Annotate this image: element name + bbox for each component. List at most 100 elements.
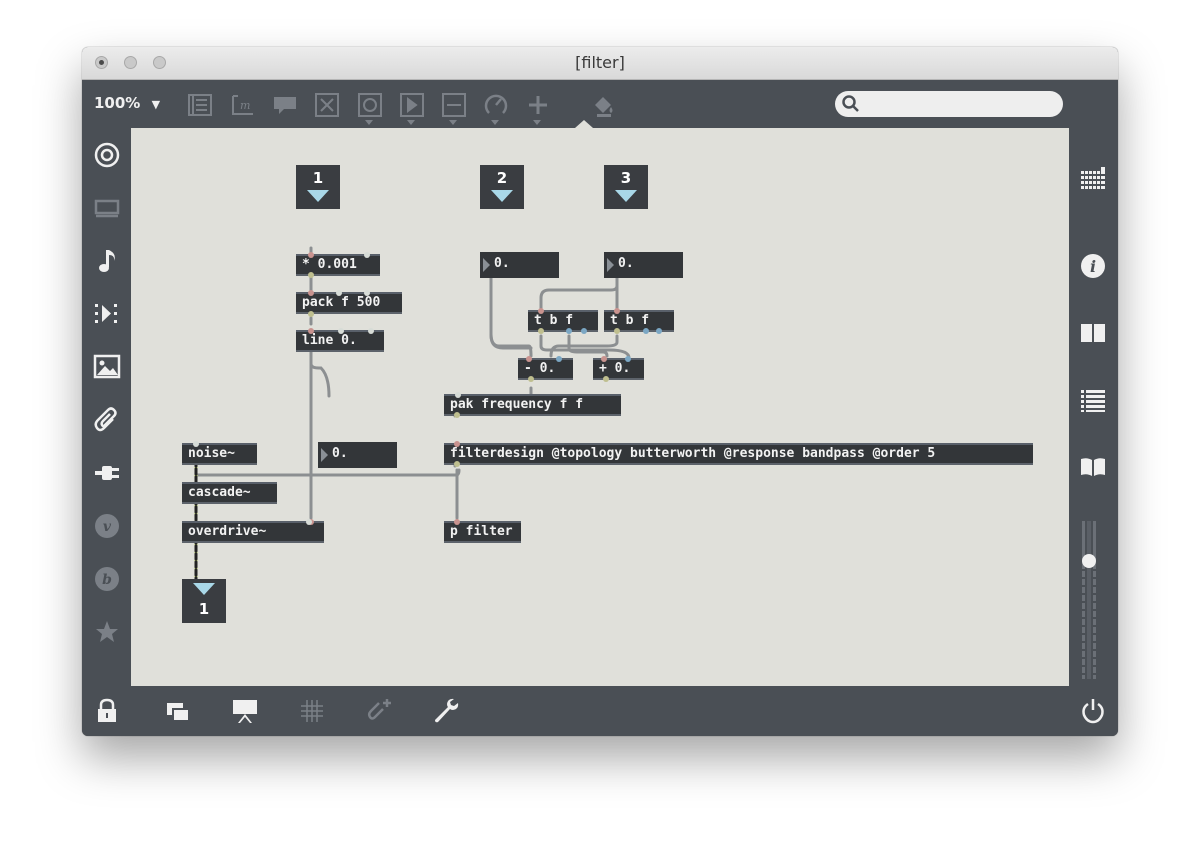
add-object-icon[interactable]: [525, 93, 551, 117]
button-icon[interactable]: [357, 93, 383, 117]
object-label: pak frequency f f: [450, 397, 584, 412]
number-arrow-icon: [321, 448, 328, 462]
object-filterdesign[interactable]: filterdesign @topology butterworth @resp…: [444, 443, 1033, 465]
info-icon[interactable]: i: [1079, 252, 1107, 280]
add-object-menu-arrow[interactable]: [533, 120, 541, 125]
number-value: 0.: [494, 256, 510, 271]
patch-canvas[interactable]: 1 2 3 1 * 0.001 pack f 500 line 0. 0. 0.…: [131, 128, 1069, 686]
object-pfilter[interactable]: p filter: [444, 521, 521, 543]
patcher-window: [filter] 100% ▼ m v b i 1 2 3 1 * 0.001 …: [82, 47, 1118, 736]
present-icon[interactable]: [231, 697, 259, 725]
object-plus[interactable]: + 0.: [593, 358, 644, 380]
playbar-menu-arrow[interactable]: [407, 120, 415, 125]
number-box-line-output[interactable]: 0.: [318, 442, 397, 468]
number-value: 0.: [618, 256, 634, 271]
list-icon[interactable]: [1079, 386, 1107, 414]
music-note-icon[interactable]: [93, 247, 121, 275]
search-input[interactable]: [865, 94, 1059, 116]
grid-icon[interactable]: [298, 697, 326, 725]
slider-menu-arrow[interactable]: [449, 120, 457, 125]
object-label: p filter: [450, 524, 513, 539]
paperclip-icon[interactable]: [93, 406, 121, 434]
object-label: line 0.: [302, 333, 357, 348]
object-label: filterdesign @topology butterworth @resp…: [450, 446, 936, 461]
star-icon[interactable]: [93, 618, 121, 646]
bottom-toolbar: [82, 686, 1118, 736]
message-value: 1: [312, 169, 324, 187]
bang-arrow-icon: [307, 190, 329, 202]
bpatcher-icon[interactable]: [187, 93, 213, 117]
comment-icon[interactable]: [272, 93, 298, 117]
number-box-2[interactable]: 0.: [480, 252, 559, 278]
book-columns-icon[interactable]: [1079, 319, 1107, 347]
vst-icon[interactable]: v: [93, 512, 121, 540]
slider-icon[interactable]: [441, 93, 467, 117]
playbar-icon[interactable]: [399, 93, 425, 117]
snap-icon[interactable]: [365, 697, 393, 725]
message-value: 3: [620, 169, 632, 187]
zoom-dropdown[interactable]: 100% ▼: [94, 94, 160, 112]
object-minus[interactable]: - 0.: [518, 358, 573, 380]
search-box[interactable]: [835, 91, 1063, 117]
object-label: - 0.: [524, 361, 556, 376]
object-label: * 0.001: [302, 257, 357, 272]
target-icon[interactable]: [93, 141, 121, 169]
object-label: t b f: [534, 313, 574, 328]
object-overdrive[interactable]: overdrive~: [182, 521, 324, 543]
beap-icon[interactable]: b: [93, 565, 121, 593]
dial-menu-arrow[interactable]: [491, 120, 499, 125]
toolbar-pointer: [575, 120, 593, 128]
wrench-icon[interactable]: [432, 697, 460, 725]
svg-text:v: v: [103, 519, 112, 535]
object-line[interactable]: line 0.: [296, 330, 384, 352]
object-trigger-2[interactable]: t b f: [604, 310, 674, 332]
object-label: pack f 500: [302, 295, 381, 310]
message-box-3[interactable]: 3: [604, 165, 648, 209]
title-bar: [filter]: [82, 47, 1118, 80]
object-label: + 0.: [599, 361, 631, 376]
plug-icon[interactable]: [93, 459, 121, 487]
object-cascade[interactable]: cascade~: [182, 482, 277, 504]
number-arrow-icon: [483, 258, 490, 272]
svg-text:b: b: [102, 572, 112, 588]
playlist-icon[interactable]: [93, 300, 121, 328]
paint-bucket-icon[interactable]: [591, 93, 617, 117]
object-noise[interactable]: noise~: [182, 443, 257, 465]
lock-icon[interactable]: [93, 697, 121, 725]
object-pack[interactable]: pack f 500: [296, 292, 402, 314]
zoom-level: 100%: [94, 94, 141, 112]
image-icon[interactable]: [93, 353, 121, 381]
bang-arrow-icon: [491, 190, 513, 202]
right-sidebar: i: [1069, 128, 1118, 686]
top-toolbar: 100% ▼ m: [82, 80, 1118, 128]
svg-text:m: m: [240, 99, 250, 112]
message-value: 2: [496, 169, 508, 187]
message-box-2[interactable]: 2: [480, 165, 524, 209]
keyboard-icon[interactable]: [1079, 165, 1107, 193]
toggle-icon[interactable]: [314, 93, 340, 117]
dac-message-box[interactable]: 1: [182, 579, 226, 623]
chevron-down-icon: ▼: [151, 98, 161, 111]
object-label: cascade~: [188, 485, 251, 500]
power-icon[interactable]: [1079, 697, 1107, 725]
presentation-toggle-icon[interactable]: [164, 697, 192, 725]
dial-icon[interactable]: [483, 93, 509, 117]
object-label: t b f: [610, 313, 650, 328]
search-icon: [841, 94, 861, 114]
volume-slider-knob[interactable]: [1082, 554, 1096, 568]
reference-book-icon[interactable]: [1079, 453, 1107, 481]
number-box-3[interactable]: 0.: [604, 252, 683, 278]
object-trigger-1[interactable]: t b f: [528, 310, 598, 332]
object-label: overdrive~: [188, 524, 267, 539]
object-times[interactable]: * 0.001: [296, 254, 380, 276]
number-value: 0.: [332, 446, 348, 461]
button-menu-arrow[interactable]: [365, 120, 373, 125]
message-box-1[interactable]: 1: [296, 165, 340, 209]
message-icon[interactable]: m: [230, 93, 256, 117]
bang-arrow-icon: [193, 583, 215, 595]
message-value: 1: [198, 600, 210, 618]
object-pak[interactable]: pak frequency f f: [444, 394, 621, 416]
presentation-icon[interactable]: [93, 194, 121, 222]
window-title: [filter]: [575, 53, 625, 72]
volume-meter[interactable]: [1069, 521, 1118, 681]
